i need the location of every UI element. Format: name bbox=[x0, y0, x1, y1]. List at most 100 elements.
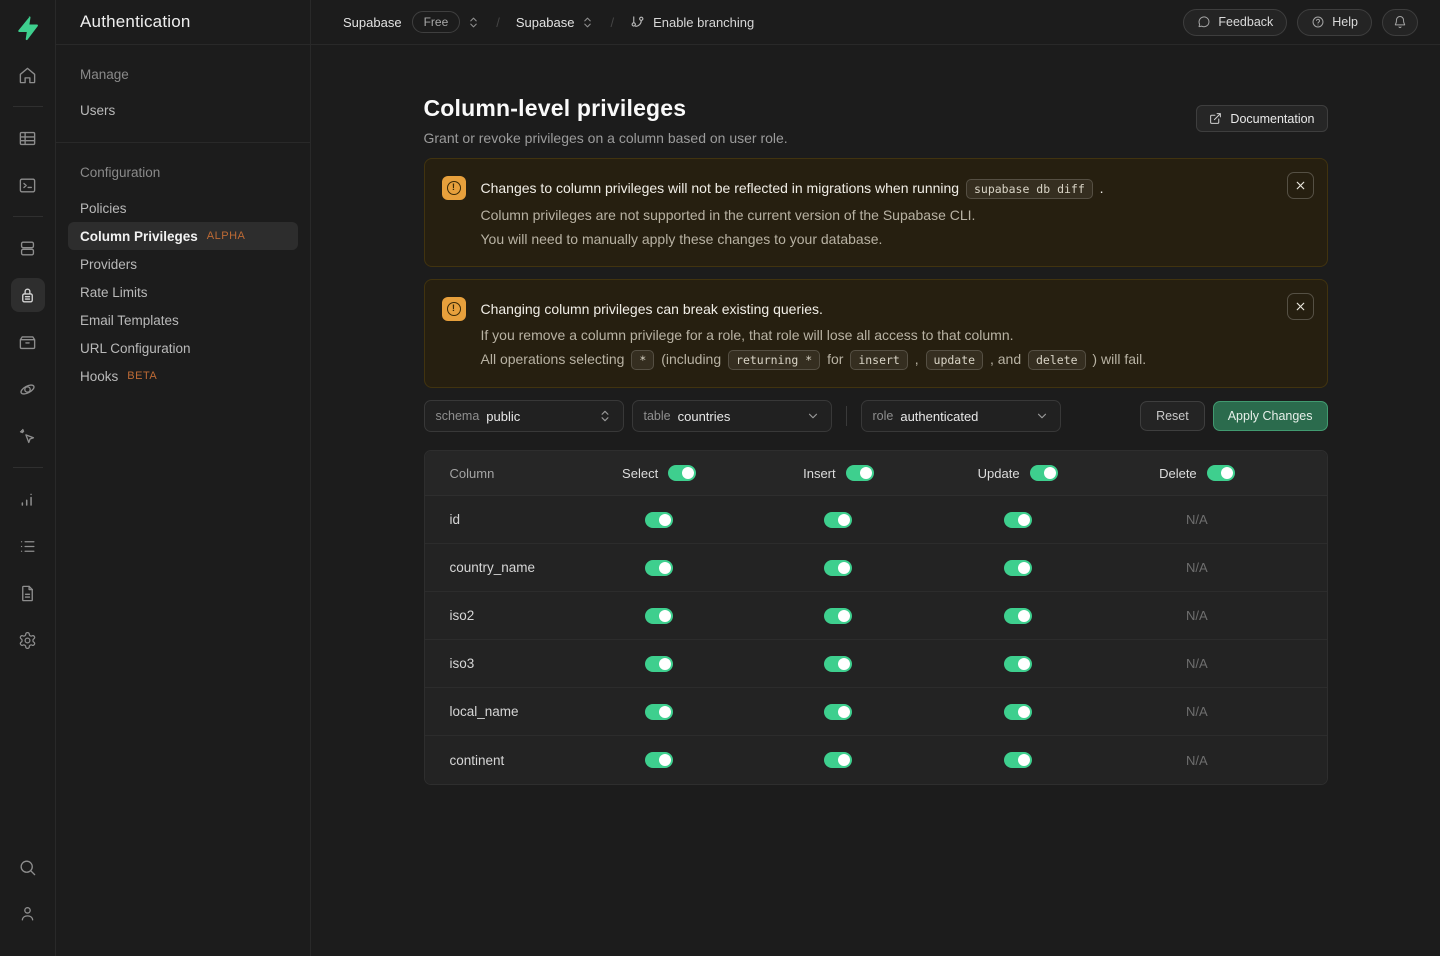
update-toggle[interactable] bbox=[1004, 704, 1032, 720]
select-all-toggle[interactable] bbox=[668, 465, 696, 481]
select-toggle[interactable] bbox=[645, 512, 673, 528]
content-inner: Column-level privileges Grant or revoke … bbox=[424, 45, 1328, 825]
warning-icon: ! bbox=[442, 176, 466, 200]
close-icon[interactable] bbox=[1287, 293, 1314, 320]
delete-header: Delete bbox=[1107, 465, 1286, 481]
sidebar-item-email-templates[interactable]: Email Templates bbox=[68, 306, 298, 334]
settings-icon[interactable] bbox=[11, 623, 45, 657]
insert-toggle[interactable] bbox=[824, 656, 852, 672]
sidebar-item-url-configuration[interactable]: URL Configuration bbox=[68, 334, 298, 362]
storage-icon[interactable] bbox=[11, 325, 45, 359]
update-toggle[interactable] bbox=[1004, 512, 1032, 528]
help-button[interactable]: Help bbox=[1297, 9, 1372, 36]
update-all-toggle[interactable] bbox=[1030, 465, 1058, 481]
delete-na: N/A bbox=[1186, 512, 1208, 527]
sql-editor-icon[interactable] bbox=[11, 168, 45, 202]
select-toggle[interactable] bbox=[645, 752, 673, 768]
select-toggle[interactable] bbox=[645, 608, 673, 624]
table-select[interactable]: table countries bbox=[632, 400, 832, 432]
sidebar-item-providers[interactable]: Providers bbox=[68, 250, 298, 278]
column-header: Column bbox=[450, 466, 570, 481]
rail-divider bbox=[13, 106, 43, 107]
select-toggle[interactable] bbox=[645, 560, 673, 576]
table-row: country_name N/A bbox=[425, 544, 1327, 592]
insert-toggle[interactable] bbox=[824, 704, 852, 720]
feedback-button[interactable]: Feedback bbox=[1183, 9, 1287, 36]
table-editor-icon[interactable] bbox=[11, 121, 45, 155]
chevrons-up-down-icon[interactable] bbox=[581, 16, 594, 29]
update-toggle[interactable] bbox=[1004, 560, 1032, 576]
select-toggle[interactable] bbox=[645, 656, 673, 672]
sidebar-item-rate-limits[interactable]: Rate Limits bbox=[68, 278, 298, 306]
reports-icon[interactable] bbox=[11, 482, 45, 516]
cli-warning-banner: ! Changes to column privileges will not … bbox=[424, 158, 1328, 267]
profile-icon[interactable] bbox=[11, 896, 45, 930]
page-subtitle: Grant or revoke privileges on a column b… bbox=[424, 130, 788, 146]
rail-divider bbox=[13, 216, 43, 217]
table-row: local_name N/A bbox=[425, 688, 1327, 736]
realtime-icon[interactable] bbox=[11, 419, 45, 453]
plan-badge[interactable]: Free bbox=[412, 11, 461, 33]
logs-icon[interactable] bbox=[11, 529, 45, 563]
schema-select[interactable]: schema public bbox=[424, 400, 624, 432]
select-header: Select bbox=[570, 465, 749, 481]
home-icon[interactable] bbox=[11, 58, 45, 92]
sidebar-divider bbox=[56, 142, 310, 143]
delete-na: N/A bbox=[1186, 753, 1208, 768]
select-toggle[interactable] bbox=[645, 704, 673, 720]
update-toggle[interactable] bbox=[1004, 608, 1032, 624]
insert-all-toggle[interactable] bbox=[846, 465, 874, 481]
role-select[interactable]: role authenticated bbox=[861, 400, 1061, 432]
database-icon[interactable] bbox=[11, 231, 45, 265]
banner-title: Changing column privileges can break exi… bbox=[481, 297, 1147, 321]
insert-toggle[interactable] bbox=[824, 560, 852, 576]
table-row: iso2 N/A bbox=[425, 592, 1327, 640]
vertical-divider bbox=[846, 406, 847, 426]
update-toggle[interactable] bbox=[1004, 752, 1032, 768]
chevrons-up-down-icon bbox=[598, 409, 612, 423]
topbar-actions: Feedback Help bbox=[1183, 9, 1418, 36]
apply-changes-button[interactable]: Apply Changes bbox=[1213, 401, 1328, 431]
authentication-icon[interactable] bbox=[11, 278, 45, 312]
sidebar-item-column-privileges[interactable]: Column Privileges ALPHA bbox=[68, 222, 298, 250]
notifications-button[interactable] bbox=[1382, 9, 1418, 36]
help-circle-icon bbox=[1311, 15, 1325, 29]
banner-title: Changes to column privileges will not be… bbox=[481, 176, 1104, 201]
breadcrumb-separator: / bbox=[610, 15, 614, 30]
sidebar-item-policies[interactable]: Policies bbox=[68, 194, 298, 222]
privileges-table: Column Select Insert Update bbox=[424, 450, 1328, 785]
reset-button[interactable]: Reset bbox=[1140, 401, 1205, 431]
breadcrumb-org[interactable]: Supabase bbox=[343, 15, 402, 30]
documentation-button[interactable]: Documentation bbox=[1196, 105, 1327, 132]
banner-line: If you remove a column privilege for a r… bbox=[481, 325, 1147, 345]
banner-line: You will need to manually apply these ch… bbox=[481, 229, 1104, 249]
warning-icon: ! bbox=[442, 297, 466, 321]
message-bubble-icon bbox=[1197, 15, 1211, 29]
close-icon[interactable] bbox=[1287, 172, 1314, 199]
update-toggle[interactable] bbox=[1004, 656, 1032, 672]
breadcrumb-project[interactable]: Supabase bbox=[516, 15, 575, 30]
update-header: Update bbox=[928, 465, 1107, 481]
insert-toggle[interactable] bbox=[824, 512, 852, 528]
insert-toggle[interactable] bbox=[824, 752, 852, 768]
api-docs-icon[interactable] bbox=[11, 576, 45, 610]
page-header: Column-level privileges Grant or revoke … bbox=[424, 95, 1328, 146]
insert-toggle[interactable] bbox=[824, 608, 852, 624]
search-icon[interactable] bbox=[11, 850, 45, 884]
enable-branching-button[interactable]: Enable branching bbox=[630, 15, 754, 30]
chevrons-up-down-icon[interactable] bbox=[467, 16, 480, 29]
sidebar-item-hooks[interactable]: Hooks BETA bbox=[68, 362, 298, 390]
section-heading-manage: Manage bbox=[68, 67, 298, 82]
supabase-logo[interactable] bbox=[10, 10, 46, 46]
edge-functions-icon[interactable] bbox=[11, 372, 45, 406]
main-area: Supabase Free / Supabase / Enable branch… bbox=[311, 0, 1440, 956]
delete-na: N/A bbox=[1186, 704, 1208, 719]
sidebar-nav: Manage Users Configuration Policies Colu… bbox=[56, 45, 310, 412]
sidebar-item-users[interactable]: Users bbox=[68, 96, 298, 124]
section-heading-configuration: Configuration bbox=[68, 165, 298, 180]
delete-all-toggle[interactable] bbox=[1207, 465, 1235, 481]
content-scroll[interactable]: Column-level privileges Grant or revoke … bbox=[311, 45, 1440, 956]
delete-na: N/A bbox=[1186, 608, 1208, 623]
insert-header: Insert bbox=[749, 465, 928, 481]
bell-icon bbox=[1393, 15, 1407, 29]
